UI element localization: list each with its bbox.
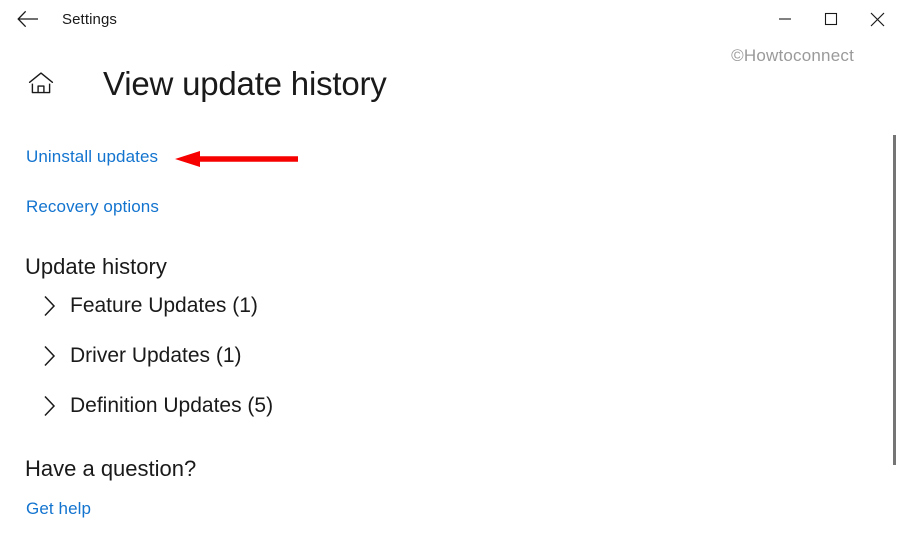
update-history-list: Feature Updates (1) Driver Updates (1) D…: [38, 290, 438, 440]
have-a-question-heading: Have a question?: [25, 456, 197, 481]
expander-driver-updates[interactable]: Driver Updates (1): [38, 340, 438, 372]
uninstall-updates-link[interactable]: Uninstall updates: [26, 147, 158, 167]
get-help-link[interactable]: Get help: [26, 499, 91, 519]
recovery-options-link[interactable]: Recovery options: [26, 197, 159, 217]
scrollbar-thumb[interactable]: [893, 135, 896, 465]
page-title: View update history: [103, 64, 387, 102]
scrollbar-track[interactable]: [888, 38, 900, 542]
expander-label: Feature Updates (1): [70, 294, 258, 317]
annotation-arrow-left-icon: [174, 148, 298, 170]
expander-label: Definition Updates (5): [70, 394, 274, 417]
expander-feature-updates[interactable]: Feature Updates (1): [38, 290, 438, 322]
watermark-text: ©Howtoconnect: [731, 46, 854, 65]
update-history-heading: Update history: [25, 254, 167, 279]
chevron-right-icon: [38, 344, 62, 368]
settings-content: ©Howtoconnect View update history Uninst…: [0, 0, 900, 542]
home-icon[interactable]: [24, 66, 58, 100]
expander-label: Driver Updates (1): [70, 344, 242, 367]
expander-definition-updates[interactable]: Definition Updates (5): [38, 390, 438, 422]
page-header: View update history: [24, 66, 387, 100]
chevron-right-icon: [38, 394, 62, 418]
chevron-right-icon: [38, 294, 62, 318]
